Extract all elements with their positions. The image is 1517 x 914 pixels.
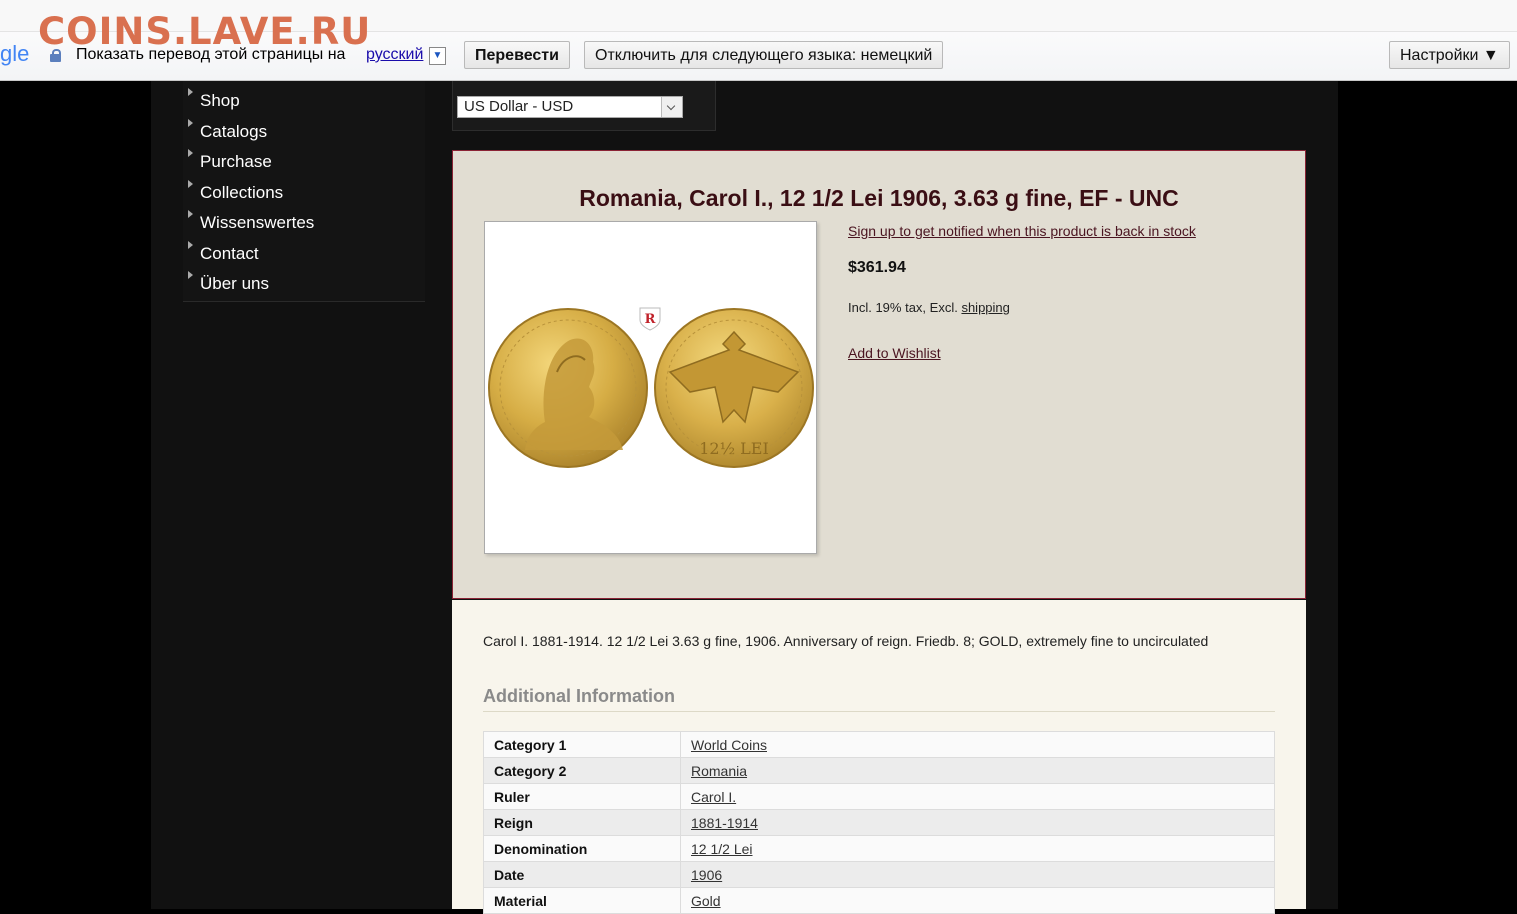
info-value: World Coins	[680, 731, 1275, 758]
info-value-link[interactable]: Carol I.	[691, 789, 736, 805]
sidebar-item-about[interactable]: Über uns	[183, 269, 425, 299]
info-key: Category 2	[483, 757, 681, 784]
sidebar-item-catalogs[interactable]: Catalogs	[183, 117, 425, 147]
sidebar-item-purchase[interactable]: Purchase	[183, 147, 425, 177]
caret-right-icon	[188, 88, 193, 96]
sidebar-nav: Shop Catalogs Purchase Collections Wisse…	[183, 81, 425, 302]
tax-info: Incl. 19% tax, Excl. shipping	[848, 300, 1010, 315]
sidebar-item-collections[interactable]: Collections	[183, 178, 425, 208]
table-row: Date 1906	[483, 861, 1275, 888]
sidebar-item-wissenswertes[interactable]: Wissenswertes	[183, 208, 425, 238]
info-value: 1906	[680, 861, 1275, 888]
info-value: 12 1/2 Lei	[680, 835, 1275, 862]
product-price: $361.94	[848, 259, 906, 276]
target-language-link[interactable]: русский	[366, 46, 423, 64]
dropdown-arrow-icon[interactable]: ▼	[429, 47, 446, 65]
sidebar-item-shop[interactable]: Shop	[183, 86, 425, 116]
info-key: Category 1	[483, 731, 681, 758]
caret-right-icon	[188, 210, 193, 218]
additional-info-table: Category 1 World Coins Category 2 Romani…	[483, 731, 1275, 914]
info-value: 1881-1914	[680, 809, 1275, 836]
info-key: Material	[483, 887, 681, 914]
caret-right-icon	[188, 149, 193, 157]
shipping-link[interactable]: shipping	[961, 300, 1009, 315]
divider	[483, 711, 1275, 712]
info-key: Reign	[483, 809, 681, 836]
r-badge-letter: R	[645, 312, 656, 327]
table-row: Material Gold	[483, 887, 1275, 914]
info-value: Gold	[680, 887, 1275, 914]
info-value-link[interactable]: 1906	[691, 867, 722, 883]
table-row: Category 1 World Coins	[483, 731, 1275, 758]
chevron-down-icon[interactable]	[661, 97, 682, 117]
sidebar-item-label: Collections	[200, 183, 284, 202]
caret-right-icon	[188, 119, 193, 127]
info-value-link[interactable]: Romania	[691, 763, 747, 779]
table-row: Reign 1881-1914	[483, 809, 1275, 836]
table-row: Denomination 12 1/2 Lei	[483, 835, 1275, 862]
coin-reverse: 12½ LEI	[654, 308, 814, 468]
tax-text: Incl. 19% tax, Excl.	[848, 300, 958, 315]
caret-right-icon	[188, 271, 193, 279]
watermark: COINS.LAVE.RU	[38, 10, 372, 53]
coin-obverse	[488, 308, 648, 468]
info-value-link[interactable]: 1881-1914	[691, 815, 758, 831]
info-value-link[interactable]: 12 1/2 Lei	[691, 841, 753, 857]
additional-info-heading: Additional Information	[483, 686, 675, 706]
info-key: Ruler	[483, 783, 681, 810]
coin-denomination-text: 12½ LEI	[699, 439, 769, 458]
sidebar-item-label: Purchase	[200, 152, 272, 171]
notify-stock-link[interactable]: Sign up to get notified when this produc…	[848, 223, 1196, 239]
table-row: Ruler Carol I.	[483, 783, 1275, 810]
sidebar-item-label: Shop	[200, 91, 240, 110]
info-key: Date	[483, 861, 681, 888]
translate-button[interactable]: Перевести	[464, 41, 570, 69]
info-value: Carol I.	[680, 783, 1275, 810]
sidebar-item-label: Wissenswertes	[200, 213, 315, 232]
sidebar-item-label: Über uns	[200, 274, 269, 293]
sidebar-item-label: Contact	[200, 244, 259, 263]
table-row: Category 2 Romania	[483, 757, 1275, 784]
info-key: Denomination	[483, 835, 681, 862]
settings-button[interactable]: Настройки ▼	[1389, 41, 1510, 69]
product-description: Carol I. 1881-1914. 12 1/2 Lei 3.63 g fi…	[483, 633, 1209, 649]
coin-image: 12½ LEI R	[488, 307, 814, 468]
disable-language-button[interactable]: Отключить для следующего языка: немецкий	[584, 41, 944, 69]
currency-selected-value: US Dollar - USD	[464, 98, 574, 115]
currency-select[interactable]: US Dollar - USD	[457, 96, 683, 118]
info-value-link[interactable]: World Coins	[691, 737, 767, 753]
caret-right-icon	[188, 180, 193, 188]
add-to-wishlist-link[interactable]: Add to Wishlist	[848, 345, 941, 361]
product-title: Romania, Carol I., 12 1/2 Lei 1906, 3.63…	[579, 185, 1179, 211]
google-logo: gle	[0, 41, 30, 66]
info-value: Romania	[680, 757, 1275, 784]
r-badge-icon: R	[639, 307, 661, 331]
caret-right-icon	[188, 241, 193, 249]
sidebar-item-label: Catalogs	[200, 122, 268, 141]
product-image[interactable]: 12½ LEI R	[484, 221, 817, 554]
info-value-link[interactable]: Gold	[691, 893, 721, 909]
sidebar-item-contact[interactable]: Contact	[183, 239, 425, 269]
